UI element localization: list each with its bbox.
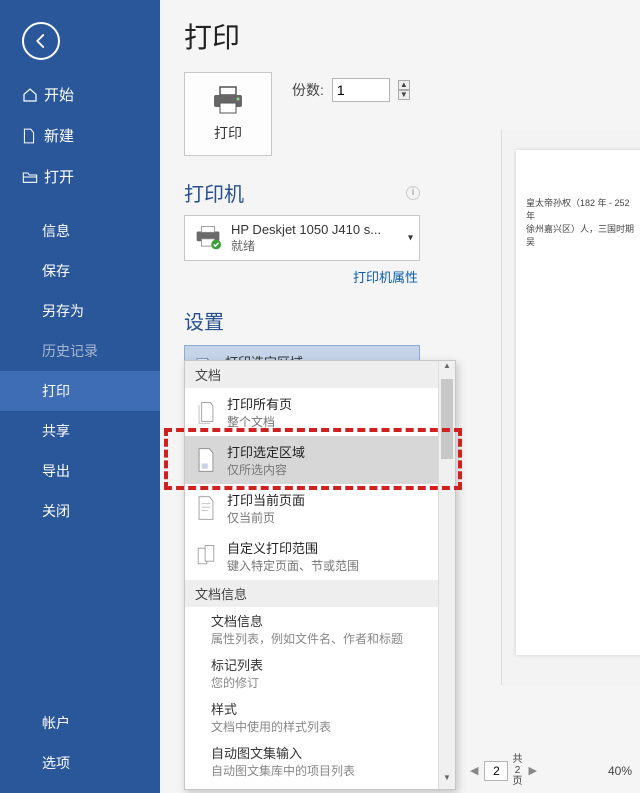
nav-label: 开始 <box>44 84 74 105</box>
dropdown-item-current[interactable]: 打印当前页面仅当前页 <box>185 484 438 532</box>
dropdown-group-info: 文档信息 <box>185 580 438 607</box>
dropdown-info-styles[interactable]: 样式文档中使用的样式列表 <box>185 695 438 739</box>
nav-label: 打开 <box>44 166 74 187</box>
page-selection-icon <box>195 447 217 473</box>
settings-heading: 设置 <box>184 306 480 335</box>
preview-page: 皇太帝孙权（182 年 - 252 年 徐州嘉兴区）人，三国时期吴 <box>516 150 640 655</box>
dropdown-info-docinfo[interactable]: 文档信息属性列表，例如文件名、作者和标题 <box>185 607 438 651</box>
dropdown-caret-icon: ▾ <box>408 233 413 244</box>
nav-home[interactable]: 开始 <box>0 74 160 115</box>
dropdown-item-custom[interactable]: 自定义打印范围键入特定页面、节或范围 <box>185 532 438 580</box>
print-range-dropdown: 文档 打印所有页整个文档 打印选定区域仅所选内容 打印当前页面仅当前页 自定义打… <box>184 360 456 790</box>
backstage-sidebar: 开始 新建 打开 信息 保存 另存为 历史记录 打印 共享 导出 关闭 帐户 选… <box>0 0 160 793</box>
printer-properties-link[interactable]: 打印机属性 <box>353 270 418 285</box>
copies-spinner[interactable]: ▲▼ <box>398 80 410 100</box>
main-panel: 打印 打印 份数: ▲▼ 打印机 <box>160 0 640 793</box>
printer-status: 就绪 <box>231 237 381 254</box>
copies-field: 份数: ▲▼ <box>292 78 410 102</box>
page-title: 打印 <box>184 16 480 56</box>
dropdown-check-markup[interactable]: ✓打印标记 <box>185 783 438 789</box>
page-next-button[interactable]: ▶ <box>526 764 538 777</box>
dropdown-item-all[interactable]: 打印所有页整个文档 <box>185 388 438 436</box>
nav-new[interactable]: 新建 <box>0 115 160 156</box>
page-total: 共 2 页 <box>512 754 522 787</box>
copies-input[interactable] <box>332 78 390 102</box>
dropdown-info-autotext[interactable]: 自动图文集输入自动图文集库中的项目列表 <box>185 739 438 783</box>
dropdown-info-markup[interactable]: 标记列表您的修订 <box>185 651 438 695</box>
printer-name: HP Deskjet 1050 J410 s... <box>231 222 381 237</box>
printer-heading: 打印机 <box>184 178 244 207</box>
page-current-icon <box>195 495 217 521</box>
nav-close[interactable]: 关闭 <box>0 491 160 531</box>
nav-save[interactable]: 保存 <box>0 251 160 291</box>
home-icon <box>22 87 44 103</box>
scroll-down-icon[interactable]: ▼ <box>439 773 455 789</box>
pages-icon <box>195 399 217 425</box>
document-icon <box>22 128 44 144</box>
nav-saveas[interactable]: 另存为 <box>0 291 160 331</box>
print-button-label: 打印 <box>214 123 242 143</box>
nav-options[interactable]: 选项 <box>0 743 160 783</box>
page-prev-button[interactable]: ◀ <box>468 764 480 777</box>
nav-share[interactable]: 共享 <box>0 411 160 451</box>
print-button[interactable]: 打印 <box>184 72 272 156</box>
nav-info[interactable]: 信息 <box>0 211 160 251</box>
nav-open[interactable]: 打开 <box>0 156 160 197</box>
folder-open-icon <box>22 170 44 184</box>
preview-text: 徐州嘉兴区）人，三国时期吴 <box>526 222 636 248</box>
arrow-left-icon <box>32 32 50 50</box>
nav-history[interactable]: 历史记录 <box>0 331 160 371</box>
nav-print[interactable]: 打印 <box>0 371 160 411</box>
nav-label: 新建 <box>44 125 74 146</box>
printer-icon <box>210 85 246 117</box>
dropdown-item-selection[interactable]: 打印选定区域仅所选内容 <box>185 436 438 484</box>
info-icon[interactable]: i <box>406 186 420 200</box>
printer-status-icon <box>193 225 223 251</box>
preview-footer: ◀ 共 2 页 ▶ 40% <box>460 748 640 793</box>
dropdown-group-document: 文档 <box>185 361 438 388</box>
zoom-level[interactable]: 40% <box>608 764 632 778</box>
pages-custom-icon <box>195 543 217 569</box>
back-button[interactable] <box>22 22 60 60</box>
print-preview-pane: 皇太帝孙权（182 年 - 252 年 徐州嘉兴区）人，三国时期吴 <box>501 130 640 685</box>
nav-account[interactable]: 帐户 <box>0 703 160 743</box>
page-number-input[interactable] <box>484 761 508 781</box>
scroll-thumb[interactable] <box>441 379 453 459</box>
dropdown-scrollbar[interactable]: ▲ ▼ <box>438 361 455 789</box>
printer-selector[interactable]: HP Deskjet 1050 J410 s... 就绪 ▾ <box>184 215 420 261</box>
copies-label: 份数: <box>292 80 324 100</box>
preview-text: 皇太帝孙权（182 年 - 252 年 <box>526 196 636 222</box>
scroll-up-icon[interactable]: ▲ <box>439 361 455 377</box>
nav-export[interactable]: 导出 <box>0 451 160 491</box>
